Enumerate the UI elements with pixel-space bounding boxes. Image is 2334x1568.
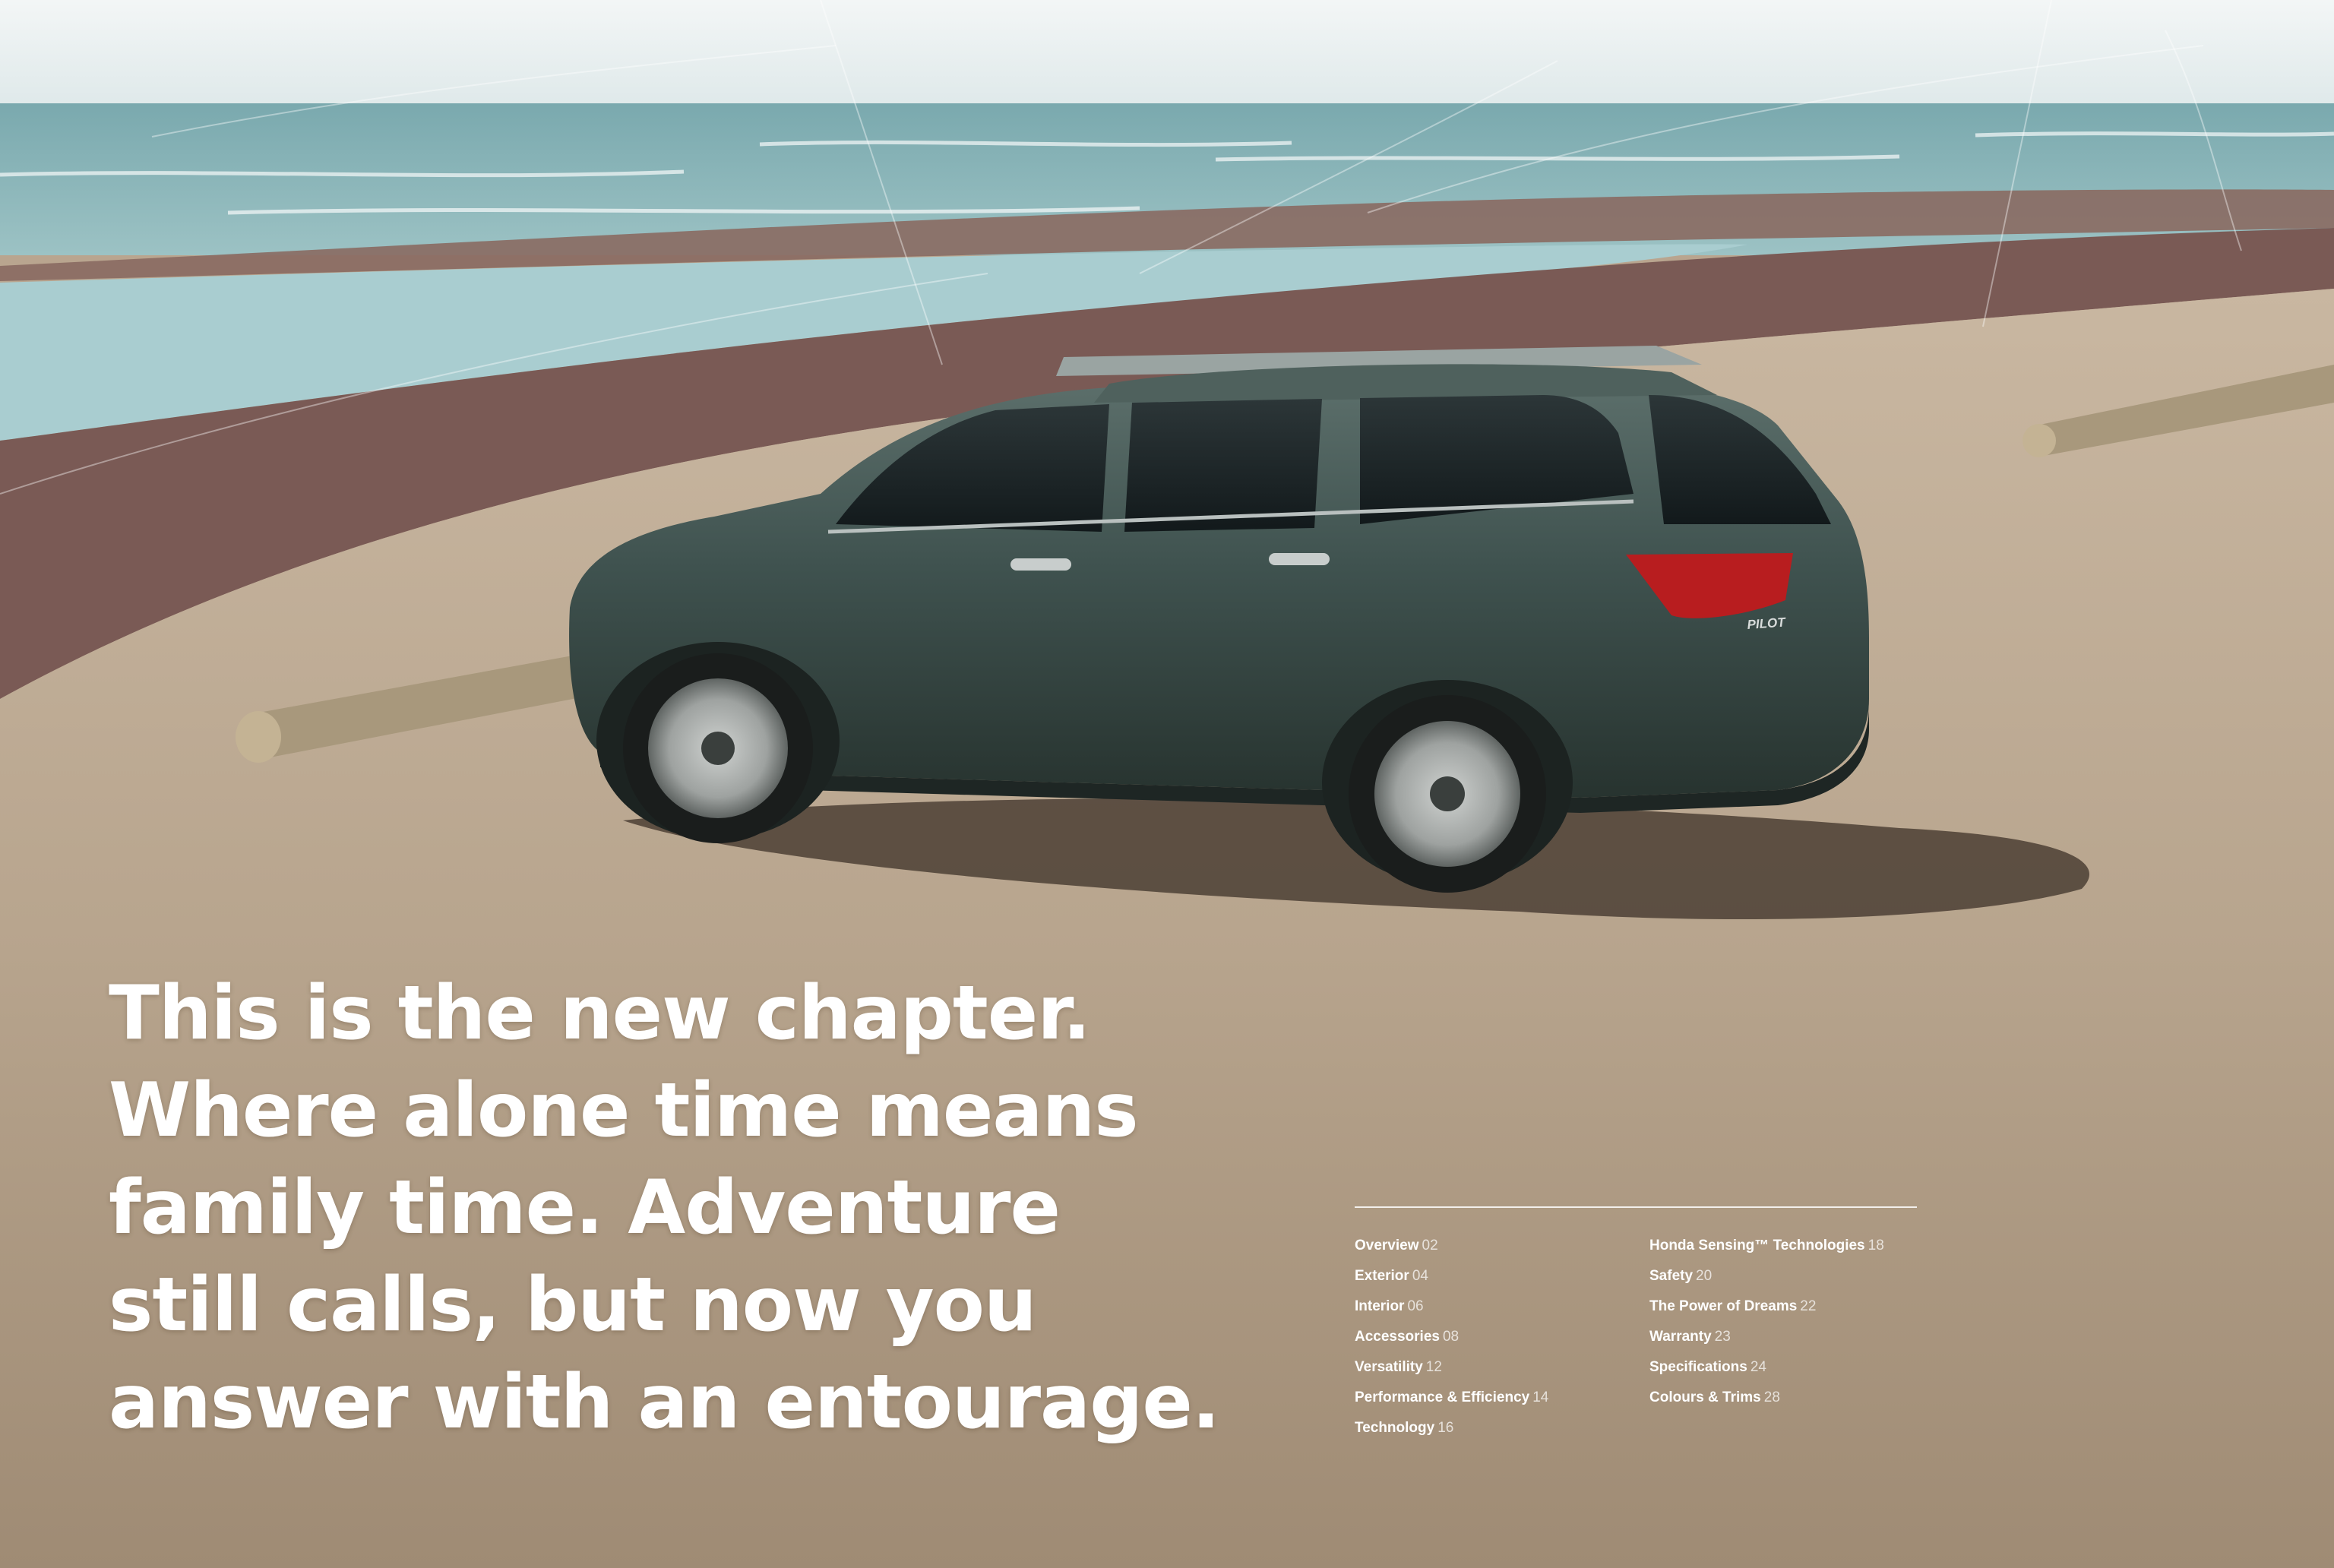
toc-item-accessories[interactable]: Accessories 08 [1355,1322,1548,1352]
toc-label: Colours & Trims [1649,1389,1761,1405]
toc-page: 14 [1532,1389,1549,1405]
toc-item-power-of-dreams[interactable]: The Power of Dreams 22 [1649,1291,1884,1322]
toc-page: 18 [1868,1238,1884,1253]
brochure-spread: PILOT This is the new chapter. Where alo… [0,0,2334,1568]
headline-line: This is the new chapter. [109,970,1091,1057]
table-of-contents: Overview 02 Exterior 04 Interior 06 Accesso… [1355,1206,1917,1449]
toc-page: 08 [1442,1329,1460,1345]
toc-page: 23 [1714,1329,1731,1345]
toc-page: 16 [1437,1420,1454,1436]
toc-label: Honda Sensing™ Technologies [1649,1238,1865,1253]
sky [0,0,2334,106]
toc-label: Technology [1355,1420,1435,1436]
toc-label: Safety [1649,1268,1694,1284]
rear-wheel [1349,695,1546,893]
toc-column-right: Honda Sensing™ Technologies 18 Safety 20 T… [1649,1231,1884,1413]
toc-item-exterior[interactable]: Exterior 04 [1355,1261,1548,1291]
toc-page: 20 [1696,1268,1713,1284]
toc-label: Interior [1355,1298,1405,1314]
headline-line: still calls, but now you [109,1262,1037,1348]
toc-page: 12 [1425,1359,1442,1375]
toc-label: Accessories [1355,1329,1440,1345]
toc-item-versatility[interactable]: Versatility 12 [1355,1352,1548,1383]
toc-item-safety[interactable]: Safety 20 [1649,1261,1884,1291]
toc-label: Exterior [1355,1268,1409,1284]
toc-label: Overview [1355,1238,1419,1253]
toc-page: 28 [1763,1389,1780,1405]
toc-item-technology[interactable]: Technology 16 [1355,1413,1548,1443]
toc-label: Versatility [1355,1359,1423,1375]
headline-line: Where alone time means [109,1067,1139,1154]
toc-label: Specifications [1649,1359,1747,1375]
front-wheel [623,653,813,843]
toc-page: 02 [1422,1238,1438,1253]
headline: This is the new chapter. Where alone tim… [109,965,1220,1451]
toc-item-specifications[interactable]: Specifications 24 [1649,1352,1884,1383]
headline-line: family time. Adventure [109,1165,1061,1251]
pilot-badge: PILOT [1747,615,1787,632]
toc-label: The Power of Dreams [1649,1298,1798,1314]
toc-divider [1355,1206,1917,1208]
toc-page: 06 [1407,1298,1424,1314]
toc-item-honda-sensing[interactable]: Honda Sensing™ Technologies 18 [1649,1231,1884,1261]
toc-label: Warranty [1649,1329,1712,1345]
toc-item-warranty[interactable]: Warranty 23 [1649,1322,1884,1352]
toc-page: 22 [1800,1298,1817,1314]
toc-label: Performance & Efficiency [1355,1389,1530,1405]
headline-line: answer with an entourage. [109,1359,1220,1446]
toc-item-interior[interactable]: Interior 06 [1355,1291,1548,1322]
toc-page: 24 [1750,1359,1766,1375]
toc-item-overview[interactable]: Overview 02 [1355,1231,1548,1261]
toc-page: 04 [1412,1268,1428,1284]
toc-item-performance-efficiency[interactable]: Performance & Efficiency 14 [1355,1383,1548,1413]
toc-column-left: Overview 02 Exterior 04 Interior 06 Accesso… [1355,1231,1548,1443]
toc-item-colours-trims[interactable]: Colours & Trims 28 [1649,1383,1884,1413]
